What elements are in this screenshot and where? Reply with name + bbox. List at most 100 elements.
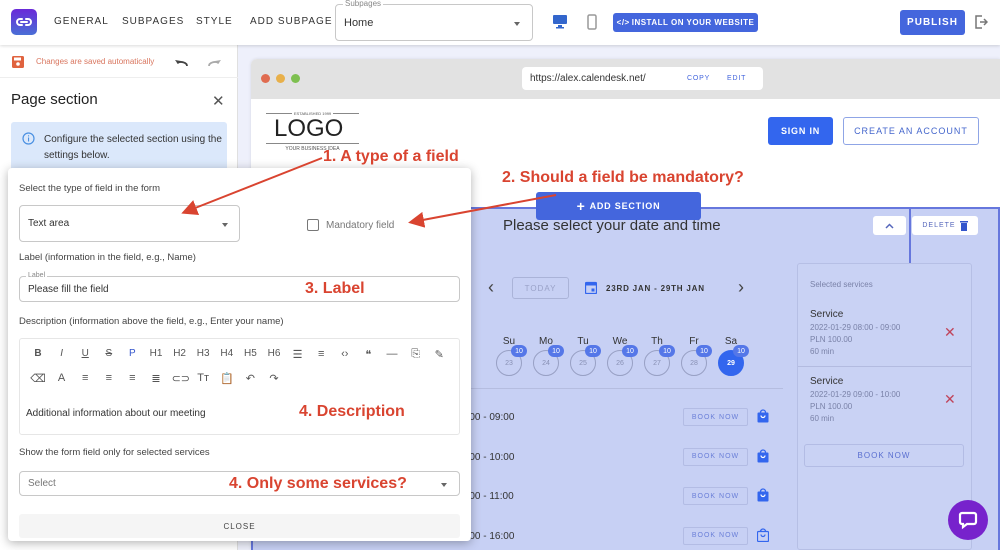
label-input[interactable]: Label Please fill the field <box>19 272 460 302</box>
slot-book-now-button[interactable]: BOOK NOW <box>683 487 748 505</box>
window-dot-yellow <box>276 74 285 83</box>
toolbar-h1-button[interactable]: H1 <box>148 348 164 359</box>
browser-chrome: https://alex.calendesk.net/ COPY EDIT <box>251 59 1000 99</box>
remove-service-icon[interactable]: ✕ <box>944 391 956 408</box>
desktop-view-icon[interactable] <box>552 14 568 34</box>
toolbar-align-center-icon[interactable]: ≡ <box>124 372 140 384</box>
services-filter-label: Show the form field only for selected se… <box>19 447 210 458</box>
toolbar-align-justify-icon[interactable]: ≣ <box>148 372 164 385</box>
link-icon <box>16 18 32 26</box>
slot-count-badge: 10 <box>659 345 675 357</box>
toolbar-u-button[interactable]: U <box>77 348 93 359</box>
calendar-icon <box>584 281 598 299</box>
toolbar-highlight-icon[interactable]: ✎ <box>431 348 447 361</box>
caret-down-icon <box>514 22 520 26</box>
toolbar-undo-icon[interactable]: ↶ <box>242 372 258 385</box>
divider <box>461 388 783 389</box>
toolbar-h4-button[interactable]: H4 <box>219 348 235 359</box>
book-now-button[interactable]: BOOK NOW <box>804 444 964 467</box>
toolbar-align-left-icon[interactable]: ≡ <box>77 372 93 384</box>
shopping-bag-icon[interactable] <box>757 448 769 468</box>
caret-down-icon <box>441 483 447 487</box>
today-button[interactable]: TODAY <box>512 277 569 299</box>
app-logo[interactable] <box>11 9 37 35</box>
install-on-website-button[interactable]: </> INSTALL ON YOUR WEBSITE <box>613 13 758 32</box>
create-account-button[interactable]: CREATE AN ACCOUNT <box>843 117 979 145</box>
add-section-button[interactable]: + ADD SECTION <box>536 192 701 220</box>
undo-icon[interactable] <box>174 55 188 73</box>
toolbar-paste-icon[interactable]: 📋 <box>219 372 235 385</box>
publish-button[interactable]: PUBLISH <box>900 10 965 35</box>
subpages-select[interactable]: Subpages Home <box>335 0 533 41</box>
nav-general[interactable]: GENERAL <box>54 16 109 27</box>
caret-down-icon <box>222 223 228 227</box>
toolbar-ordered-list-icon[interactable]: ≡ <box>313 348 329 360</box>
subpages-value: Home <box>344 17 374 29</box>
copy-url-button[interactable]: COPY <box>687 75 710 82</box>
toolbar-s-button[interactable]: S <box>101 348 117 359</box>
chat-icon <box>958 511 978 530</box>
redo-icon[interactable] <box>208 55 222 73</box>
edit-url-button[interactable]: EDIT <box>727 75 746 82</box>
toolbar-quote-icon[interactable]: ❝ <box>360 348 376 361</box>
info-icon <box>22 132 35 150</box>
shopping-bag-icon[interactable] <box>757 409 769 428</box>
close-button[interactable]: CLOSE <box>19 514 460 538</box>
toolbar-redo-icon[interactable]: ↷ <box>266 372 282 385</box>
toolbar-link-icon[interactable]: ⊂⊃ <box>172 372 190 385</box>
time-slot-row: 8:00 - 09:00 BOOK NOW <box>461 408 783 428</box>
mobile-view-icon[interactable] <box>587 14 597 35</box>
plus-icon: + <box>576 198 586 214</box>
description-label: Description (information above the field… <box>19 316 284 327</box>
toolbar-clear-format-icon[interactable]: ⌫ <box>30 372 46 385</box>
annotation-services: 4. Only some services? <box>229 475 407 492</box>
toolbar-page-break-icon[interactable]: ⎘ <box>408 348 424 361</box>
nav-subpages[interactable]: SUBPAGES <box>122 16 184 27</box>
shopping-bag-icon[interactable] <box>756 527 770 547</box>
close-icon[interactable]: ✕ <box>212 92 225 110</box>
chat-button[interactable] <box>948 500 988 540</box>
field-type-select[interactable]: Text area <box>19 205 240 242</box>
code-icon: </> <box>616 18 630 27</box>
description-content[interactable]: Additional information about our meeting <box>26 408 206 419</box>
time-slot-row: 0:00 - 11:00 BOOK NOW <box>461 487 783 507</box>
toolbar-i-button[interactable]: I <box>54 348 70 359</box>
slot-book-now-button[interactable]: BOOK NOW <box>683 526 748 545</box>
slot-count-badge: 10 <box>548 345 564 357</box>
toolbar-h3-button[interactable]: H3 <box>195 348 211 359</box>
shopping-bag-icon[interactable] <box>757 488 769 507</box>
toolbar-horizontal-rule-icon[interactable]: — <box>384 348 400 360</box>
toolbar-b-button[interactable]: B <box>30 348 46 359</box>
slot-book-now-button[interactable]: BOOK NOW <box>683 447 748 466</box>
mandatory-checkbox[interactable]: Mandatory field <box>307 219 394 231</box>
slot-book-now-button[interactable]: BOOK NOW <box>683 408 748 426</box>
site-logo: ESTABLISHED 1999 LOGO YOUR BUSINESS IDEA <box>266 111 359 153</box>
window-dot-red <box>261 74 270 83</box>
sign-in-button[interactable]: SIGN IN <box>768 117 833 145</box>
toolbar-p-button[interactable]: P <box>124 348 140 359</box>
toolbar-bullet-list-icon[interactable]: ☰ <box>290 348 306 361</box>
toolbar-h2-button[interactable]: H2 <box>172 348 188 359</box>
time-slot-row: 9:00 - 10:00 BOOK NOW <box>461 447 783 468</box>
toolbar-text-color-icon[interactable]: A <box>54 372 70 384</box>
toolbar-text-size-icon[interactable]: Tт <box>195 372 211 384</box>
save-bar: Changes are saved automatically <box>0 45 238 78</box>
delete-section-button[interactable]: DELETE <box>912 216 978 235</box>
logout-icon[interactable] <box>974 15 989 34</box>
prev-week-icon[interactable]: ‹ <box>488 277 494 298</box>
toolbar-h5-button[interactable]: H5 <box>242 348 258 359</box>
field-type-label: Select the type of field in the form <box>19 183 160 194</box>
toolbar-code-icon[interactable]: ‹› <box>337 348 353 360</box>
selected-service-item: Service 2022-01-29 09:00 - 10:00 PLN 100… <box>810 376 956 423</box>
toolbar-align-right-icon[interactable]: ≡ <box>101 372 117 384</box>
nav-style[interactable]: STYLE <box>196 16 233 27</box>
move-section-up-button[interactable] <box>873 216 906 235</box>
annotation-label: 3. Label <box>305 280 365 297</box>
toolbar-h6-button[interactable]: H6 <box>266 348 282 359</box>
remove-service-icon[interactable]: ✕ <box>944 324 956 341</box>
nav-add-subpage[interactable]: ADD SUBPAGE <box>250 16 333 27</box>
next-week-icon[interactable]: › <box>738 277 744 298</box>
save-icon <box>12 55 24 73</box>
selected-services-card: Selected services Service 2022-01-29 08:… <box>797 263 972 550</box>
window-dot-green <box>291 74 300 83</box>
